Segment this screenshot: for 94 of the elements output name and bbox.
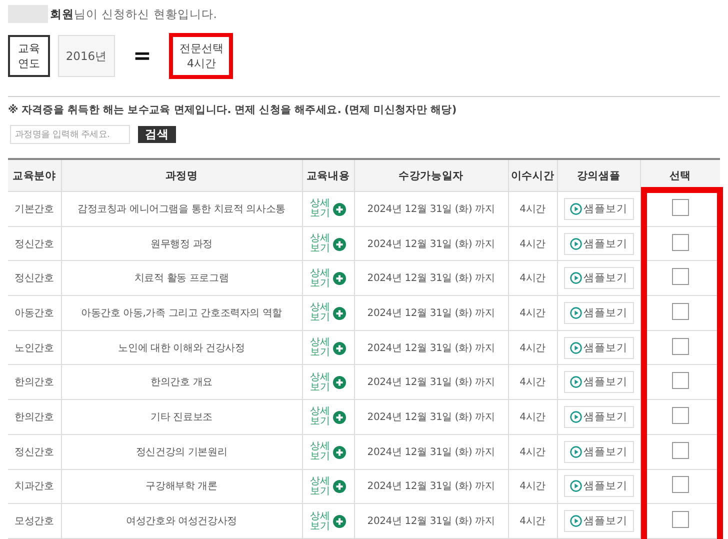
plus-icon: [333, 480, 346, 494]
table-cell: 4시간: [508, 192, 557, 226]
plus-icon: [333, 202, 346, 216]
table-cell: 한의간호: [8, 364, 61, 400]
play-icon: [570, 446, 582, 458]
plus-icon: [333, 306, 346, 320]
table-cell: 모성간호: [8, 504, 61, 538]
result-text: 전문선택 4시간: [173, 37, 230, 75]
sample-button[interactable]: 샘플보기: [564, 510, 634, 532]
table-cell: 여성간호와 여성건강사정: [61, 504, 302, 538]
sample-button[interactable]: 샘플보기: [564, 371, 634, 394]
select-checkbox[interactable]: [672, 268, 689, 286]
table-cell: 4시간: [508, 469, 557, 504]
plus-icon: [333, 410, 346, 424]
plus-icon: [333, 238, 346, 251]
table-cell: 2024년 12월 31일 (화) 까지: [354, 296, 508, 330]
play-icon: [570, 342, 582, 354]
table-cell: 4시간: [508, 296, 557, 330]
play-icon: [570, 306, 582, 319]
year-value: 2016년: [58, 35, 115, 77]
table-cell: 4시간: [508, 364, 557, 400]
table-cell: 아동간호 아동,가족 그리고 간호조력자의 역할: [61, 296, 302, 330]
table-cell: 2024년 12월 31일 (화) 까지: [354, 400, 508, 434]
play-icon: [570, 376, 582, 388]
sample-button[interactable]: 샘플보기: [564, 440, 634, 463]
table-cell: 노인에 대한 이해와 건강사정: [61, 330, 302, 365]
column-header: 강의샘플: [557, 159, 640, 192]
table-cell: 한의간호: [8, 400, 61, 434]
sample-button[interactable]: 샘플보기: [564, 336, 634, 359]
sample-button[interactable]: 샘플보기: [564, 406, 634, 428]
table-cell: 노인간호: [8, 330, 61, 365]
select-checkbox[interactable]: [672, 302, 689, 320]
notice-text: ※ 자격증을 취득한 해는 보수교육 면제입니다. 면제 신청을 해주세요. (면제 미신청자만 해당): [8, 103, 458, 117]
table-cell: 감정코칭과 에니어그램을 통한 치료적 의사소통: [61, 192, 302, 226]
column-header: 교육내용: [302, 159, 354, 192]
table-cell: 구강해부학 개론: [61, 469, 302, 504]
select-checkbox[interactable]: [672, 442, 689, 459]
table-cell: 정신간호: [8, 226, 61, 261]
table-cell: 2024년 12월 31일 (화) 까지: [354, 504, 508, 538]
table-cell: 4시간: [508, 330, 557, 365]
column-header: 교육분야: [8, 159, 61, 192]
search-button[interactable]: 검색: [138, 126, 176, 143]
table-cell: 원무행정 과정: [61, 226, 302, 261]
table-cell: 2024년 12월 31일 (화) 까지: [354, 330, 508, 365]
select-checkbox[interactable]: [672, 476, 689, 494]
table-cell: 4시간: [508, 226, 557, 261]
play-icon: [570, 272, 582, 284]
play-icon: [570, 515, 582, 528]
plus-icon: [333, 515, 346, 528]
column-header: 이수시간: [508, 159, 557, 192]
table-cell: 4시간: [508, 260, 557, 296]
table-cell: 정신간호: [8, 434, 61, 469]
table-cell: 4시간: [508, 434, 557, 469]
greeting-text: 회원님이 신청하신 현황입니다.: [50, 6, 217, 22]
table-cell: 아동간호: [8, 296, 61, 330]
table-cell: 2024년 12월 31일 (화) 까지: [354, 192, 508, 226]
table-cell: 치과간호: [8, 469, 61, 504]
column-header: 수강가능일자: [354, 159, 508, 192]
play-icon: [570, 480, 582, 492]
table-cell: 2024년 12월 31일 (화) 까지: [354, 434, 508, 469]
sample-button[interactable]: 샘플보기: [564, 475, 634, 498]
table-cell: 치료적 활동 프로그램: [61, 260, 302, 296]
table-cell: 2024년 12월 31일 (화) 까지: [354, 469, 508, 504]
table-cell: 한의간호 개요: [61, 364, 302, 400]
select-checkbox[interactable]: [672, 406, 689, 424]
plus-icon: [333, 342, 346, 355]
table-cell: 정신건강의 기본원리: [61, 434, 302, 469]
play-icon: [570, 238, 582, 250]
sample-button[interactable]: 샘플보기: [564, 267, 634, 290]
search-field[interactable]: 과정명을 입력해 주세요.: [10, 125, 130, 144]
sample-button[interactable]: 샘플보기: [564, 232, 634, 255]
table-cell: 기본간호: [8, 192, 61, 226]
table-cell: 2024년 12월 31일 (화) 까지: [354, 260, 508, 296]
column-header: 과정명: [61, 159, 302, 192]
table-cell: 정신간호: [8, 260, 61, 296]
select-checkbox[interactable]: [672, 198, 689, 216]
equals-sign: =: [133, 44, 152, 68]
play-icon: [570, 202, 582, 215]
plus-icon: [333, 376, 346, 390]
year-label: 교육 연도: [8, 35, 50, 77]
table-cell: 2024년 12월 31일 (화) 까지: [354, 226, 508, 261]
select-checkbox[interactable]: [672, 234, 689, 251]
select-checkbox[interactable]: [672, 372, 689, 390]
sample-button[interactable]: 샘플보기: [564, 198, 634, 220]
plus-icon: [333, 446, 346, 459]
plus-icon: [333, 272, 346, 286]
select-checkbox[interactable]: [672, 338, 689, 355]
table-cell: 2024년 12월 31일 (화) 까지: [354, 364, 508, 400]
play-icon: [570, 410, 582, 423]
table-cell: 기타 진료보조: [61, 400, 302, 434]
table-cell: 4시간: [508, 400, 557, 434]
select-checkbox[interactable]: [672, 511, 689, 528]
sample-button[interactable]: 샘플보기: [564, 302, 634, 324]
table-cell: 4시간: [508, 504, 557, 538]
